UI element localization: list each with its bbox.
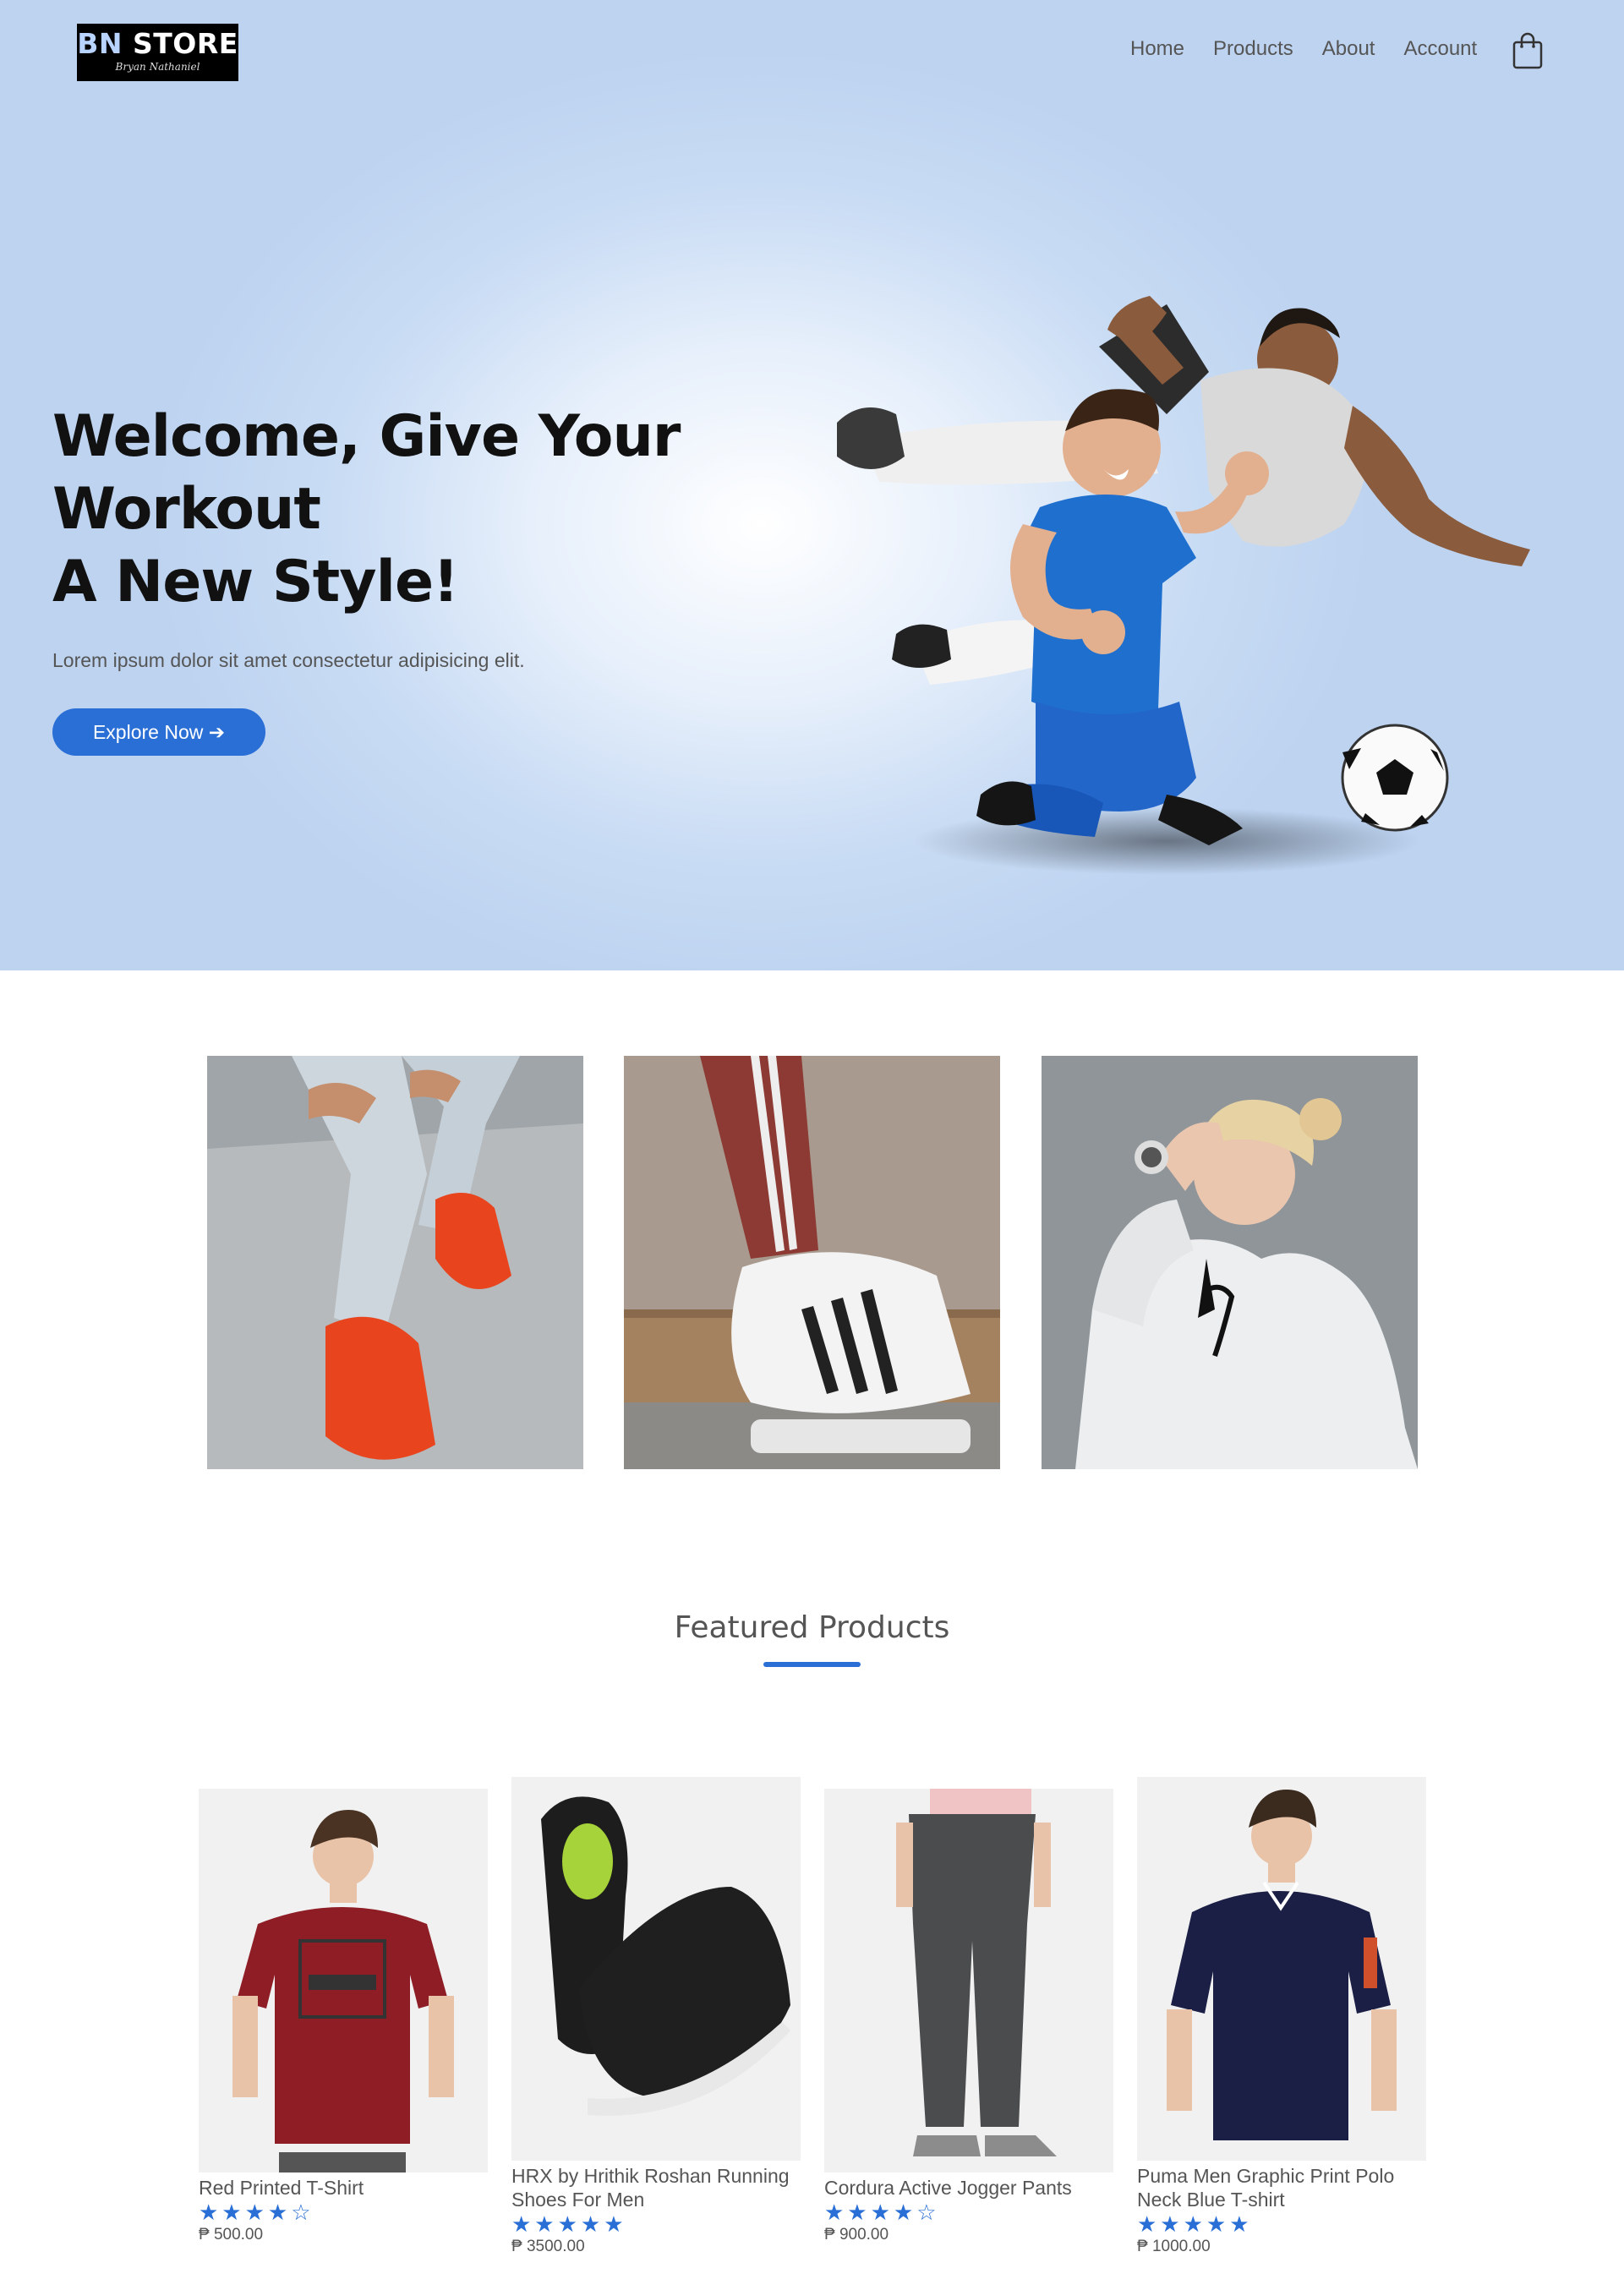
- rating-stars: ★★★★☆: [824, 2200, 940, 2225]
- hero-headline-line1: Welcome, Give Your: [52, 403, 681, 470]
- product-name[interactable]: Red Printed T-Shirt: [199, 2176, 488, 2200]
- product-name[interactable]: Puma Men Graphic Print Polo Neck Blue T-…: [1137, 2164, 1426, 2211]
- sneakers-photo-image: [207, 1056, 583, 1469]
- hero-section: BN STORE Bryan Nathaniel Home Products A…: [0, 0, 1624, 970]
- category-image-apparel[interactable]: [1042, 1056, 1418, 1469]
- product-price: ₱ 1000.00: [1137, 2238, 1211, 2255]
- nav-products-link[interactable]: Products: [1213, 37, 1293, 61]
- rating-stars: ★★★★★: [511, 2211, 627, 2237]
- product-card[interactable]: Red Printed T-Shirt ★★★★☆ ₱ 500.00: [199, 1789, 488, 2245]
- hero-soccer-players-image: [837, 296, 1530, 875]
- product-price: ₱ 500.00: [199, 2226, 264, 2244]
- hero-lead-text: Lorem ipsum dolor sit amet consectetur a…: [52, 649, 525, 671]
- superstar-sneaker-photo-image: [624, 1056, 1000, 1469]
- product-image-jogger-pants[interactable]: [824, 1789, 1113, 2172]
- product-image-puma-polo[interactable]: [1137, 1777, 1426, 2161]
- nav-account-link[interactable]: Account: [1403, 37, 1477, 61]
- product-price: ₱ 3500.00: [511, 2238, 585, 2255]
- brand-subtitle: Bryan Nathaniel: [115, 61, 200, 73]
- product-price: ₱ 900.00: [824, 2226, 889, 2244]
- main-nav: Home Products About Account: [1130, 37, 1477, 61]
- category-image-superstar[interactable]: [624, 1056, 1000, 1469]
- product-name[interactable]: Cordura Active Jogger Pants: [824, 2176, 1113, 2200]
- explore-now-button[interactable]: Explore Now ➔: [52, 708, 265, 756]
- nav-about-link[interactable]: About: [1322, 37, 1375, 61]
- title-underline: [763, 1662, 861, 1667]
- featured-products-title: Featured Products: [674, 1610, 950, 1645]
- rating-stars: ★★★★☆: [199, 2200, 314, 2225]
- category-image-sneakers[interactable]: [207, 1056, 583, 1469]
- hero-headline-line3: A New Style!: [52, 549, 459, 615]
- rating-stars: ★★★★★: [1137, 2211, 1253, 2237]
- product-card[interactable]: Puma Men Graphic Print Polo Neck Blue T-…: [1137, 1777, 1426, 2257]
- woman-hoodie-photo-image: [1042, 1056, 1418, 1469]
- shopping-bag-icon[interactable]: [1512, 32, 1543, 69]
- hero-headline-line2: Workout: [52, 476, 321, 543]
- hero-headline: Welcome, Give Your Workout A New Style!: [52, 401, 712, 619]
- product-card[interactable]: Cordura Active Jogger Pants ★★★★☆ ₱ 900.…: [824, 1789, 1113, 2245]
- nav-home-link[interactable]: Home: [1130, 37, 1184, 61]
- brand-name-part1: BN: [77, 27, 123, 60]
- product-image-red-tshirt[interactable]: [199, 1789, 488, 2172]
- brand-logo[interactable]: BN STORE Bryan Nathaniel: [77, 24, 238, 81]
- brand-name-part2: STORE: [123, 27, 238, 60]
- product-image-hrx-shoes[interactable]: [511, 1777, 801, 2161]
- product-name[interactable]: HRX by Hrithik Roshan Running Shoes For …: [511, 2164, 801, 2211]
- product-card[interactable]: HRX by Hrithik Roshan Running Shoes For …: [511, 1777, 801, 2257]
